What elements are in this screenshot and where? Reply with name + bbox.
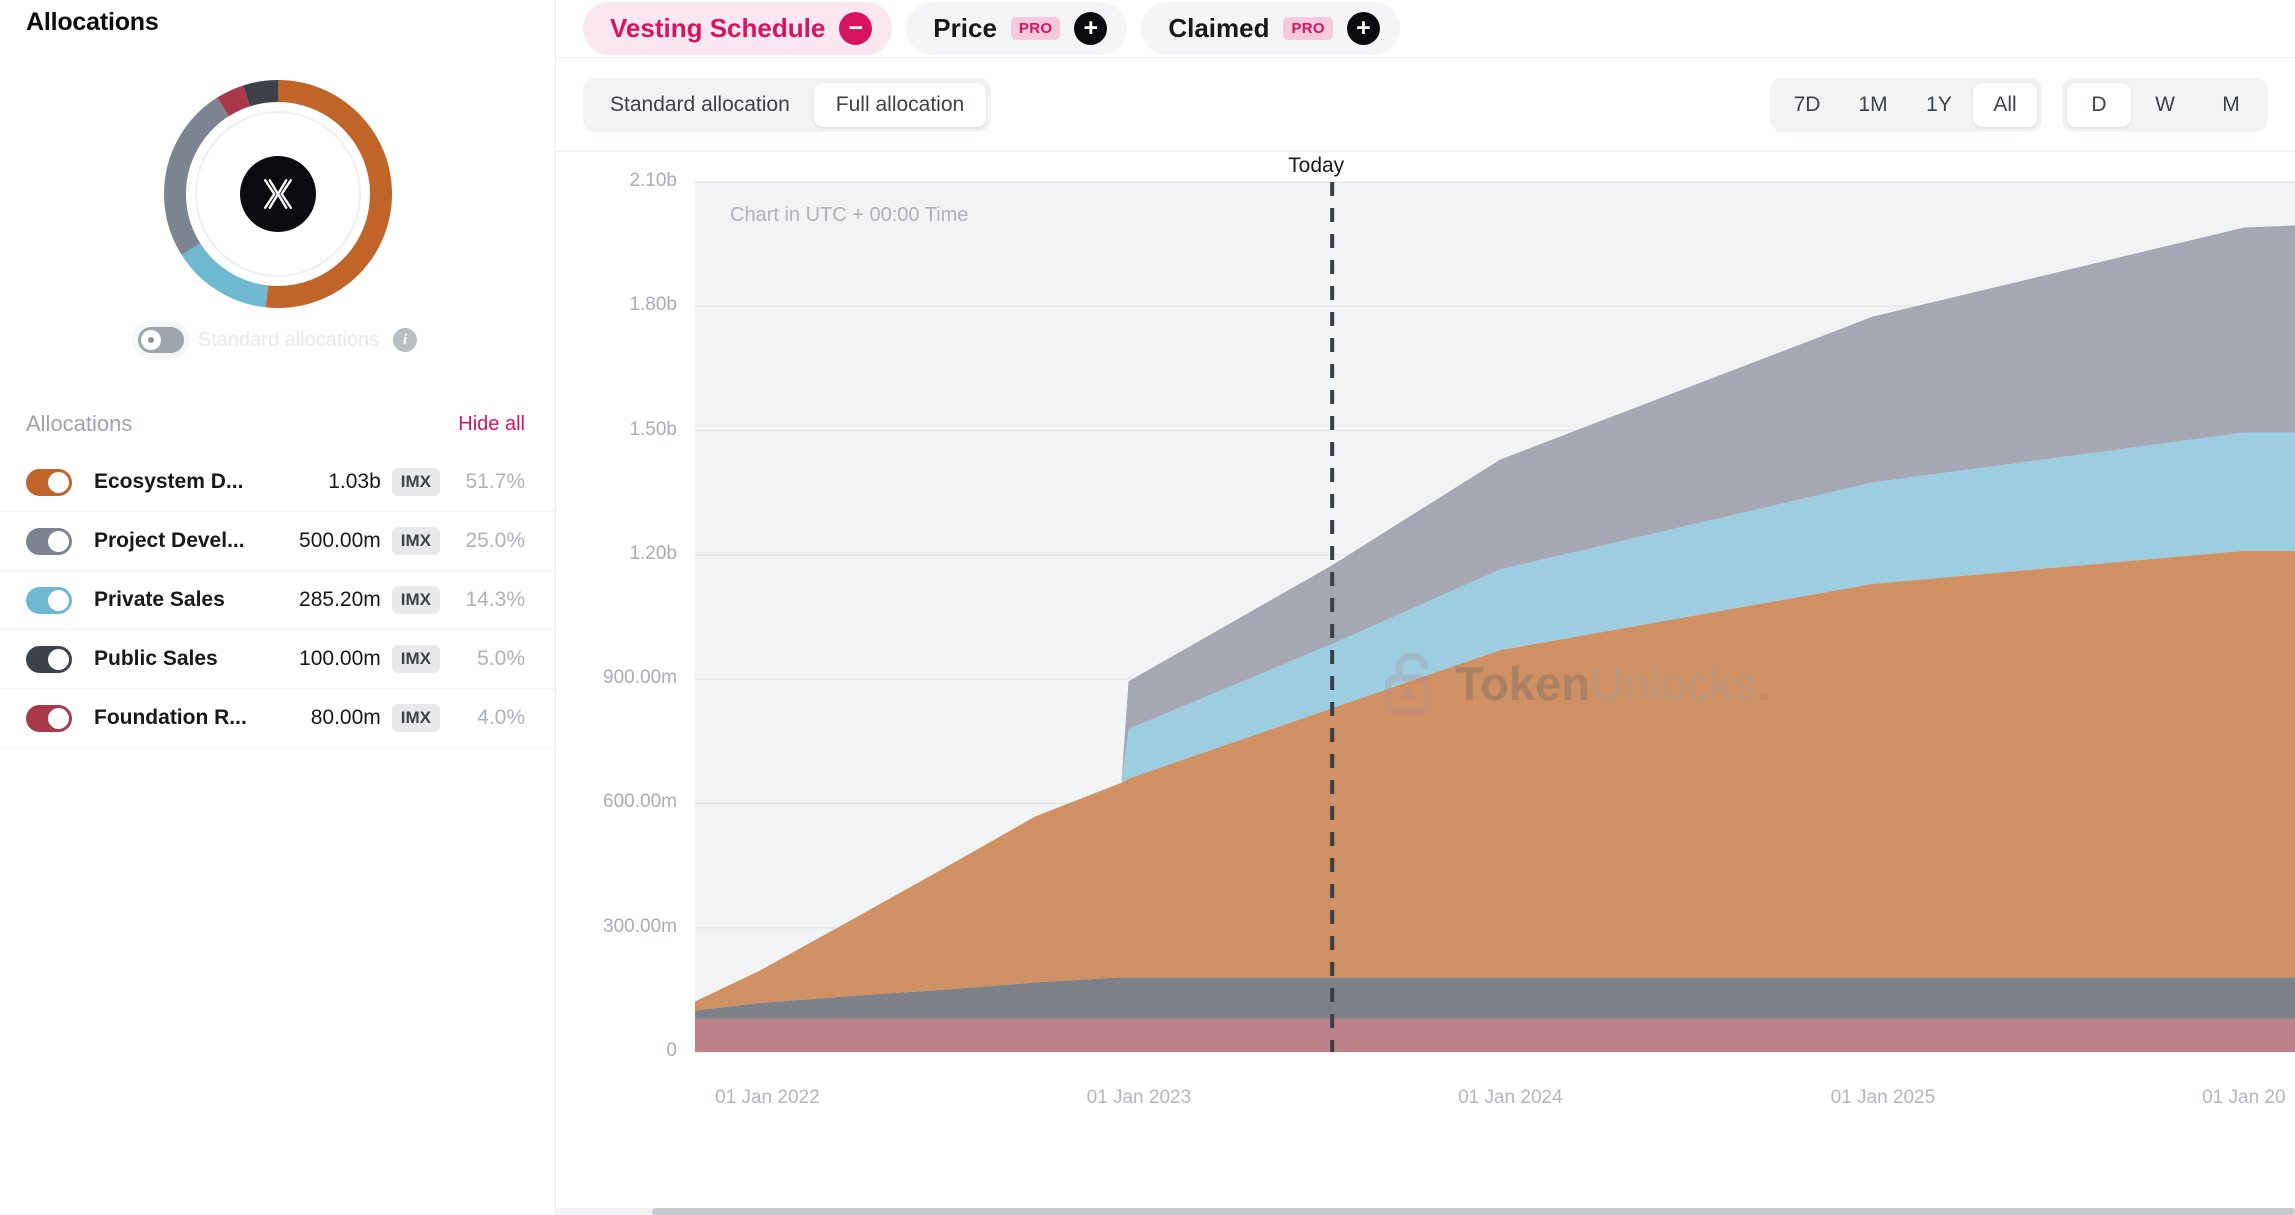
allocation-symbol: IMX	[391, 704, 440, 732]
plus-icon[interactable]: +	[1074, 12, 1108, 45]
range-1m[interactable]: 1M	[1841, 83, 1905, 127]
y-axis-tick: 300.00m	[603, 915, 677, 937]
switch-knob	[140, 330, 161, 350]
chart-horizontal-scrollbar[interactable]	[556, 1208, 2295, 1215]
pro-badge: PRO	[1283, 17, 1333, 40]
allocations-list-label: Allocations	[26, 411, 133, 436]
range-controls: 7D 1M 1Y All D W M	[1770, 77, 2268, 132]
switch-knob	[48, 648, 69, 670]
allocation-name: Foundation R...	[94, 706, 247, 729]
allocations-list-header: Allocations Hide all	[0, 411, 555, 437]
switch-knob	[48, 530, 69, 552]
segment-standard-allocation[interactable]: Standard allocation	[588, 83, 812, 127]
allocation-amount: 285.20m	[299, 588, 381, 611]
range-all[interactable]: All	[1973, 82, 2037, 127]
pro-badge: PRO	[1010, 17, 1061, 40]
tab-label: Claimed	[1168, 13, 1270, 43]
allocation-toggle-ecosystem[interactable]	[26, 468, 72, 496]
interval-w[interactable]: W	[2133, 83, 2197, 127]
range-7d[interactable]: 7D	[1775, 83, 1839, 127]
segment-full-allocation[interactable]: Full allocation	[813, 82, 987, 127]
y-axis-tick: 2.10b	[629, 170, 677, 191]
chart-timezone-note: Chart in UTC + 00:00 Time	[730, 204, 969, 226]
allocation-row-ecosystem[interactable]: Ecosystem D... 1.03b IMX 51.7%	[0, 453, 555, 512]
y-axis-tick: 1.80b	[629, 294, 677, 316]
allocation-name: Project Devel...	[94, 529, 245, 552]
x-axis-tick: 01 Jan 2022	[715, 1087, 820, 1108]
area-Foundation R...	[695, 1018, 2295, 1052]
tab-price[interactable]: Price PRO +	[906, 2, 1128, 55]
allocations-sidebar: Allocations Standard allocations i Alloc…	[0, 0, 556, 1215]
allocation-percent: 5.0%	[477, 647, 525, 670]
chart-controls: Standard allocation Full allocation 7D 1…	[556, 58, 2295, 152]
allocation-name: Public Sales	[94, 647, 218, 670]
x-axis-tick: 01 Jan 2023	[1086, 1087, 1192, 1108]
imx-x-icon	[263, 179, 292, 209]
allocation-row-public-sales[interactable]: Public Sales 100.00m IMX 5.0%	[0, 630, 555, 689]
allocation-row-private-sales[interactable]: Private Sales 285.20m IMX 14.3%	[0, 571, 555, 630]
allocation-symbol: IMX	[391, 468, 440, 496]
allocation-toggle-foundation[interactable]	[26, 704, 72, 732]
x-axis-tick: 01 Jan 2025	[1830, 1087, 1936, 1108]
allocation-symbol: IMX	[391, 645, 440, 673]
allocation-mode-segmented: Standard allocation Full allocation	[583, 77, 992, 132]
tab-label: Price	[933, 13, 997, 43]
allocation-toggle-private-sales[interactable]	[26, 586, 72, 614]
allocations-donut-chart	[0, 69, 555, 319]
x-axis-tick: 01 Jan 20	[2202, 1087, 2286, 1108]
tab-claimed[interactable]: Claimed PRO +	[1141, 2, 1400, 55]
range-1y[interactable]: 1Y	[1907, 83, 1971, 127]
tab-vesting-schedule[interactable]: Vesting Schedule −	[583, 2, 893, 55]
interval-m[interactable]: M	[2199, 83, 2263, 127]
allocation-symbol: IMX	[391, 527, 440, 555]
allocation-name: Ecosystem D...	[94, 470, 244, 493]
y-axis-tick: 0	[666, 1040, 677, 1061]
allocation-amount: 1.03b	[328, 470, 381, 493]
hide-all-button[interactable]: Hide all	[458, 413, 525, 436]
allocation-toggle-public-sales[interactable]	[26, 645, 72, 673]
y-axis-tick: 1.20b	[629, 542, 677, 564]
allocation-toggle-project-development[interactable]	[26, 527, 72, 555]
minus-icon[interactable]: −	[839, 12, 873, 45]
allocation-row-foundation[interactable]: Foundation R... 80.00m IMX 4.0%	[0, 689, 555, 748]
switch-knob	[48, 707, 69, 729]
allocation-percent: 4.0%	[477, 706, 525, 729]
page-title: Allocations	[26, 8, 159, 36]
time-range-segmented: 7D 1M 1Y All	[1770, 77, 2042, 132]
donut	[154, 70, 402, 318]
allocation-amount: 100.00m	[299, 647, 381, 670]
today-marker-label: Today	[1288, 154, 1345, 177]
vesting-schedule-chart[interactable]: Today Chart in UTC + 00:00 Time TokenUnl…	[556, 152, 2295, 1215]
standard-allocations-toggle-row: Standard allocations i	[0, 327, 555, 353]
standard-allocations-label: Standard allocations	[197, 328, 380, 351]
allocation-symbol: IMX	[391, 586, 440, 614]
interval-segmented: D W M	[2062, 77, 2268, 132]
chart-plot	[695, 181, 2295, 1053]
y-axis-tick: 1.50b	[629, 418, 677, 440]
allocation-percent: 51.7%	[465, 470, 525, 493]
main-panel: Vesting Schedule − Price PRO + Claimed P…	[556, 0, 2295, 1215]
app-root: Allocations Standard allocations i Alloc…	[0, 0, 2295, 1215]
plus-icon[interactable]: +	[1346, 12, 1380, 45]
x-axis-tick: 01 Jan 2024	[1458, 1087, 1563, 1108]
chart-tabs: Vesting Schedule − Price PRO + Claimed P…	[556, 0, 2295, 58]
interval-d[interactable]: D	[2067, 82, 2131, 127]
info-icon[interactable]: i	[393, 328, 418, 352]
switch-knob	[48, 589, 69, 611]
token-logo-imx	[239, 156, 316, 232]
switch-knob	[48, 471, 69, 493]
allocation-percent: 14.3%	[465, 588, 525, 611]
allocation-amount: 500.00m	[299, 529, 381, 552]
allocation-amount: 80.00m	[310, 706, 381, 729]
scrollbar-thumb[interactable]	[652, 1208, 2295, 1215]
allocation-percent: 25.0%	[465, 529, 525, 552]
allocation-name: Private Sales	[94, 588, 225, 611]
tab-label: Vesting Schedule	[610, 13, 826, 43]
standard-allocations-switch[interactable]	[137, 327, 184, 353]
allocations-list: Ecosystem D... 1.03b IMX 51.7% Project D…	[0, 453, 555, 748]
allocation-row-project-development[interactable]: Project Devel... 500.00m IMX 25.0%	[0, 512, 555, 571]
y-axis-tick: 900.00m	[603, 667, 677, 689]
y-axis-tick: 600.00m	[603, 791, 677, 813]
